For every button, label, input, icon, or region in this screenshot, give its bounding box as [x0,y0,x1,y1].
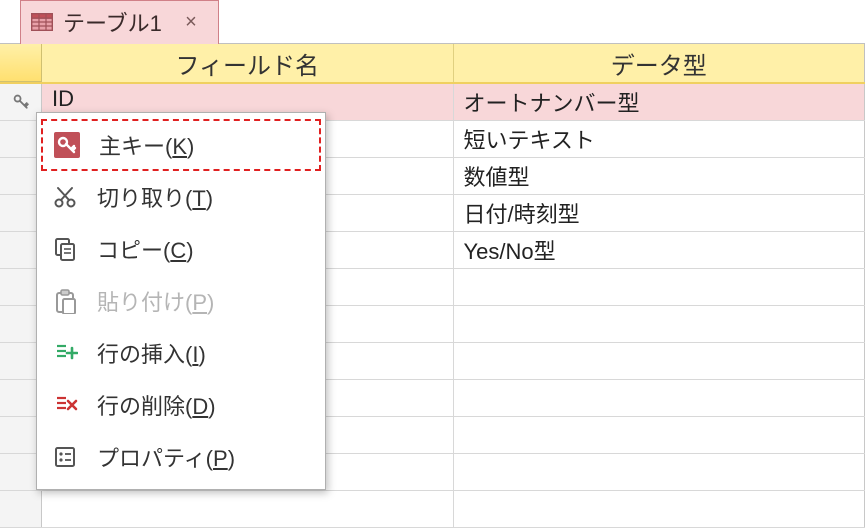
cell-data-type[interactable]: 数値型 [454,158,865,194]
menu-item-label: 貼り付け(P) [97,285,214,317]
cell-field-name[interactable] [42,491,454,527]
menu-item-delete-rows[interactable]: 行の削除(D) [41,379,321,431]
menu-item-primary-key[interactable]: 主キー(K) [41,119,321,171]
select-all-corner[interactable] [0,44,42,82]
menu-item-cut[interactable]: 切り取り(T) [41,171,321,223]
delete-row-icon [49,389,81,421]
properties-icon [49,441,81,473]
context-menu: 主キー(K) 切り取り(T) コピー(C) 貼り付け(P) 行の挿入(I) 行の削除(D)… [36,112,326,490]
cell-data-type[interactable] [454,380,865,416]
menu-item-label: 切り取り(T) [97,181,213,213]
menu-item-insert-rows[interactable]: 行の挿入(I) [41,327,321,379]
cell-data-type[interactable] [454,306,865,342]
cell-data-type[interactable] [454,343,865,379]
menu-item-label: プロパティ(P) [97,441,235,473]
menu-item-label: コピー(C) [97,233,194,265]
column-header-data-type[interactable]: データ型 [454,44,865,82]
cell-data-type[interactable] [454,269,865,305]
column-headers: フィールド名 データ型 [0,44,865,84]
cell-data-type[interactable] [454,454,865,490]
menu-item-label: 主キー(K) [99,129,194,161]
key-icon [51,129,83,161]
menu-item-label: 行の挿入(I) [97,337,206,369]
menu-item-label: 行の削除(D) [97,389,216,421]
cell-data-type[interactable] [454,491,865,527]
cell-data-type[interactable]: 短いテキスト [454,121,865,157]
primary-key-icon [13,94,29,110]
cell-data-type[interactable]: Yes/No型 [454,232,865,268]
insert-row-icon [49,337,81,369]
scissors-icon [49,181,81,213]
menu-item-paste: 貼り付け(P) [41,275,321,327]
table-row[interactable] [0,491,865,528]
row-selector[interactable] [0,491,42,527]
cell-data-type[interactable] [454,417,865,453]
menu-item-properties[interactable]: プロパティ(P) [41,431,321,483]
column-header-field-name[interactable]: フィールド名 [42,44,454,82]
copy-icon [49,233,81,265]
menu-item-copy[interactable]: コピー(C) [41,223,321,275]
tab-title: テーブル1 [63,6,162,38]
cell-data-type[interactable]: 日付/時刻型 [454,195,865,231]
tab-bar: テーブル1 × [0,0,865,44]
tab-close-button[interactable]: × [178,9,204,35]
paste-icon [49,285,81,317]
cell-data-type[interactable]: オートナンバー型 [454,84,865,120]
table-icon [31,12,53,32]
tab-table1[interactable]: テーブル1 × [20,0,219,44]
